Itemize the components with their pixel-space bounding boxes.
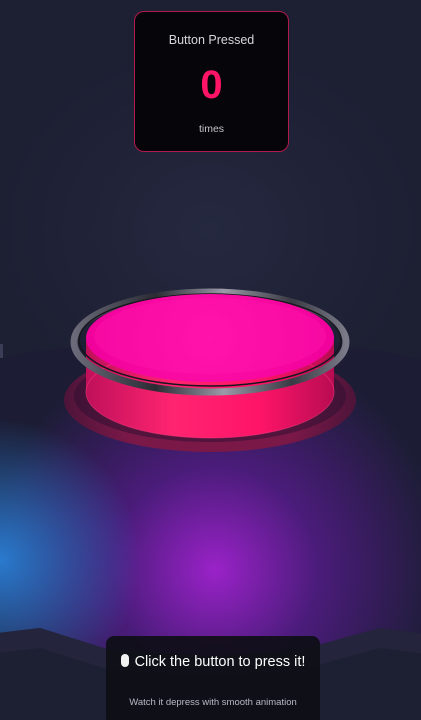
instruction-panel: Click the button to press it! Watch it d… bbox=[106, 636, 320, 720]
mouse-icon bbox=[120, 654, 129, 667]
button-scene: Button Pressed 0 times Click the button … bbox=[0, 0, 421, 720]
counter-title: Button Pressed bbox=[168, 33, 255, 47]
counter-unit: times bbox=[198, 123, 225, 135]
instruction-main-text: Click the button to press it! bbox=[134, 654, 306, 670]
counter-value: 0 bbox=[200, 63, 223, 107]
instruction-sub: Watch it depress with smooth animation bbox=[129, 697, 297, 708]
edge-marker bbox=[0, 344, 3, 358]
press-counter-panel: Button Pressed 0 times bbox=[134, 11, 289, 152]
instruction-main: Click the button to press it! bbox=[116, 652, 310, 672]
push-button[interactable] bbox=[70, 288, 350, 439]
